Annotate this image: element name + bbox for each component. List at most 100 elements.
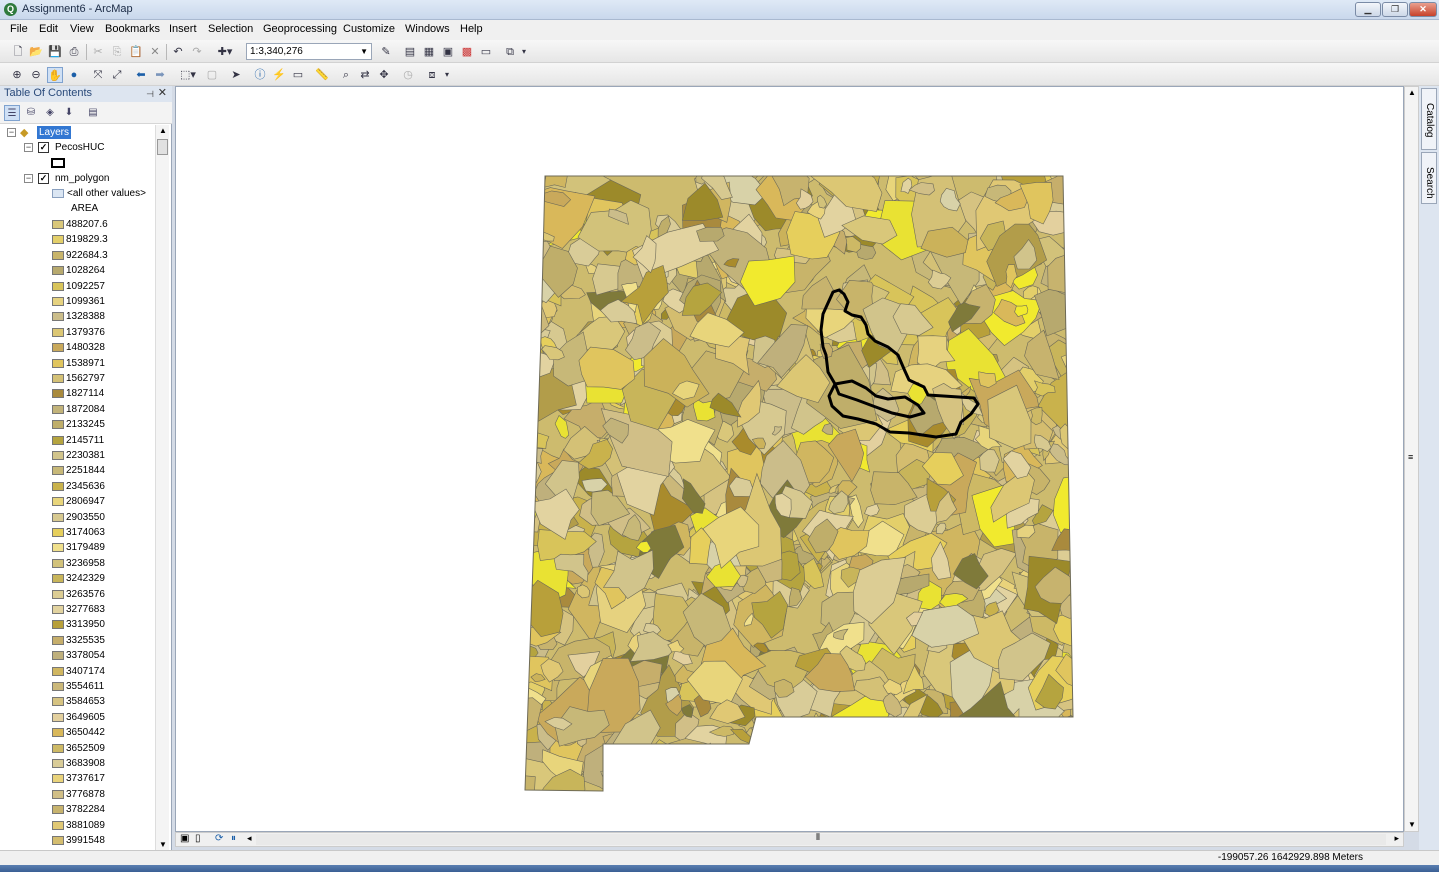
legend-class-row[interactable]: 3776878 [0,787,155,802]
legend-class-row[interactable]: 3554611 [0,679,155,694]
legend-class-row[interactable]: 2133245 [0,417,155,432]
menu-file[interactable]: File [10,23,28,35]
pause-drawing-icon[interactable]: ⏸ [231,833,236,844]
legend-class-row[interactable]: 1028264 [0,263,155,278]
legend-class-row[interactable]: 1328388 [0,309,155,324]
layer-visibility-checkbox[interactable]: ✓ [38,142,49,153]
fixed-zoom-out-icon[interactable]: ⤢ [109,67,125,83]
scroll-grip-icon[interactable]: ≡ [1408,452,1413,462]
legend-class-row[interactable]: 3242329 [0,571,155,586]
toolbar-options-icon[interactable]: ▾ [519,44,529,60]
search-tab[interactable]: Search [1421,152,1437,204]
scroll-thumb[interactable] [157,139,168,155]
list-by-selection-icon[interactable]: ⬇ [61,105,77,121]
legend-class-row[interactable]: 3407174 [0,664,155,679]
menu-edit[interactable]: Edit [39,23,58,35]
clear-selection-icon[interactable]: ▢ [204,67,220,83]
identify-icon[interactable]: ⓘ [252,67,268,83]
legend-class-row[interactable]: <all other values> [0,186,155,201]
zoom-out-icon[interactable]: ⊖ [28,67,44,83]
legend-class-row[interactable]: 3378054 [0,648,155,663]
layer-visibility-checkbox[interactable]: ✓ [38,173,49,184]
legend-class-row[interactable]: 2230381 [0,448,155,463]
menu-insert[interactable]: Insert [169,23,197,35]
legend-class-row[interactable]: 3652509 [0,741,155,756]
delete-icon[interactable]: ✕ [147,44,163,60]
model-builder-icon[interactable]: ⧉ [502,44,518,60]
scroll-right-icon[interactable]: ▸ [1394,833,1399,844]
legend-class-row[interactable]: 3991548 [0,833,155,848]
create-viewer-window-icon[interactable]: ⧈ [424,67,440,83]
undo-icon[interactable]: ↶ [170,44,186,60]
layout-view-icon[interactable]: ▯ [195,833,201,844]
list-by-source-icon[interactable]: ⛁ [23,105,39,121]
layer-name[interactable]: PecosHUC [55,140,104,155]
menu-bookmarks[interactable]: Bookmarks [105,23,160,35]
legend-class-row[interactable]: 3650442 [0,725,155,740]
tree-row-layers[interactable]: − ◆ Layers [0,125,155,140]
find-route-icon[interactable]: ⇄ [357,67,373,83]
html-popup-icon[interactable]: ▭ [290,67,306,83]
data-view-icon[interactable]: ▣ [180,833,189,844]
legend-class-row[interactable]: 1827114 [0,386,155,401]
legend-class-row[interactable]: 3649605 [0,710,155,725]
legend-class-row[interactable]: 3737617 [0,771,155,786]
back-extent-icon[interactable]: ⬅ [133,67,149,83]
legend-class-row[interactable]: 3683908 [0,756,155,771]
list-by-drawing-order-icon[interactable]: ☰ [4,105,20,121]
open-folder-icon[interactable]: 📂 [28,44,44,60]
editor-toolbar-icon[interactable]: ✎ [378,44,394,60]
legend-class-row[interactable]: 2145711 [0,433,155,448]
print-icon[interactable]: ⎙ [66,44,82,60]
search-window-icon[interactable]: ▣ [440,44,456,60]
close-icon[interactable]: ✕ [158,86,167,101]
legend-class-row[interactable]: 2903550 [0,510,155,525]
map-vertical-scrollbar[interactable]: ▲ ≡ ▼ [1404,86,1419,832]
redo-icon[interactable]: ↷ [189,44,205,60]
menu-geoprocessing[interactable]: Geoprocessing [263,23,337,35]
menu-view[interactable]: View [70,23,94,35]
legend-class-row[interactable]: 3313950 [0,617,155,632]
table-of-contents-icon[interactable]: ▤ [402,44,418,60]
tree-row-nm-polygon[interactable]: − ✓ nm_polygon [0,171,155,186]
scroll-up-icon[interactable]: ▲ [159,126,167,135]
tree-row-pecoshuc[interactable]: − ✓ PecosHUC [0,140,155,155]
minimize-button[interactable]: ▁ [1355,2,1381,17]
add-data-icon[interactable]: ✚▾ [212,44,238,60]
collapse-icon[interactable]: − [24,174,33,183]
legend-class-row[interactable]: 3263576 [0,587,155,602]
menu-help[interactable]: Help [460,23,483,35]
new-document-icon[interactable]: 🗋 [10,44,26,60]
forward-extent-icon[interactable]: ➡ [152,67,168,83]
legend-class-row[interactable]: 1872084 [0,402,155,417]
legend-class-row[interactable]: 3277683 [0,602,155,617]
legend-class-row[interactable]: 1562797 [0,371,155,386]
map-display[interactable] [175,86,1404,832]
legend-class-row[interactable]: 1092257 [0,279,155,294]
legend-class-row[interactable]: 3782284 [0,802,155,817]
save-icon[interactable]: 💾 [47,44,63,60]
scroll-up-icon[interactable]: ▲ [1408,88,1416,97]
time-slider-icon[interactable]: ◷ [400,67,416,83]
options-icon[interactable]: ▤ [85,105,101,121]
pin-icon[interactable]: ⊣ [146,87,154,102]
scroll-grip-icon[interactable]: ⦀ [816,832,820,843]
legend-class-row[interactable]: 922684.3 [0,248,155,263]
full-extent-icon[interactable]: ● [66,67,82,83]
legend-class-row[interactable]: 1538971 [0,356,155,371]
refresh-icon[interactable]: ⟳ [215,833,223,844]
legend-class-row[interactable]: 3174063 [0,525,155,540]
map-canvas[interactable] [176,87,1403,831]
zoom-in-icon[interactable]: ⊕ [9,67,25,83]
select-features-icon[interactable]: ⬚▾ [176,67,200,83]
menu-selection[interactable]: Selection [208,23,253,35]
arctoolbox-icon[interactable]: ▩ [459,44,475,60]
maximize-button[interactable]: ❐ [1382,2,1408,17]
menu-customize[interactable]: Customize [343,23,395,35]
find-icon[interactable]: ⌕ [338,67,354,83]
legend-class-row[interactable]: 3236958 [0,556,155,571]
legend-class-row[interactable]: 1480328 [0,340,155,355]
data-frame-label[interactable]: Layers [37,126,72,139]
legend-class-row[interactable]: 819829.3 [0,232,155,247]
legend-class-row[interactable]: 1379376 [0,325,155,340]
